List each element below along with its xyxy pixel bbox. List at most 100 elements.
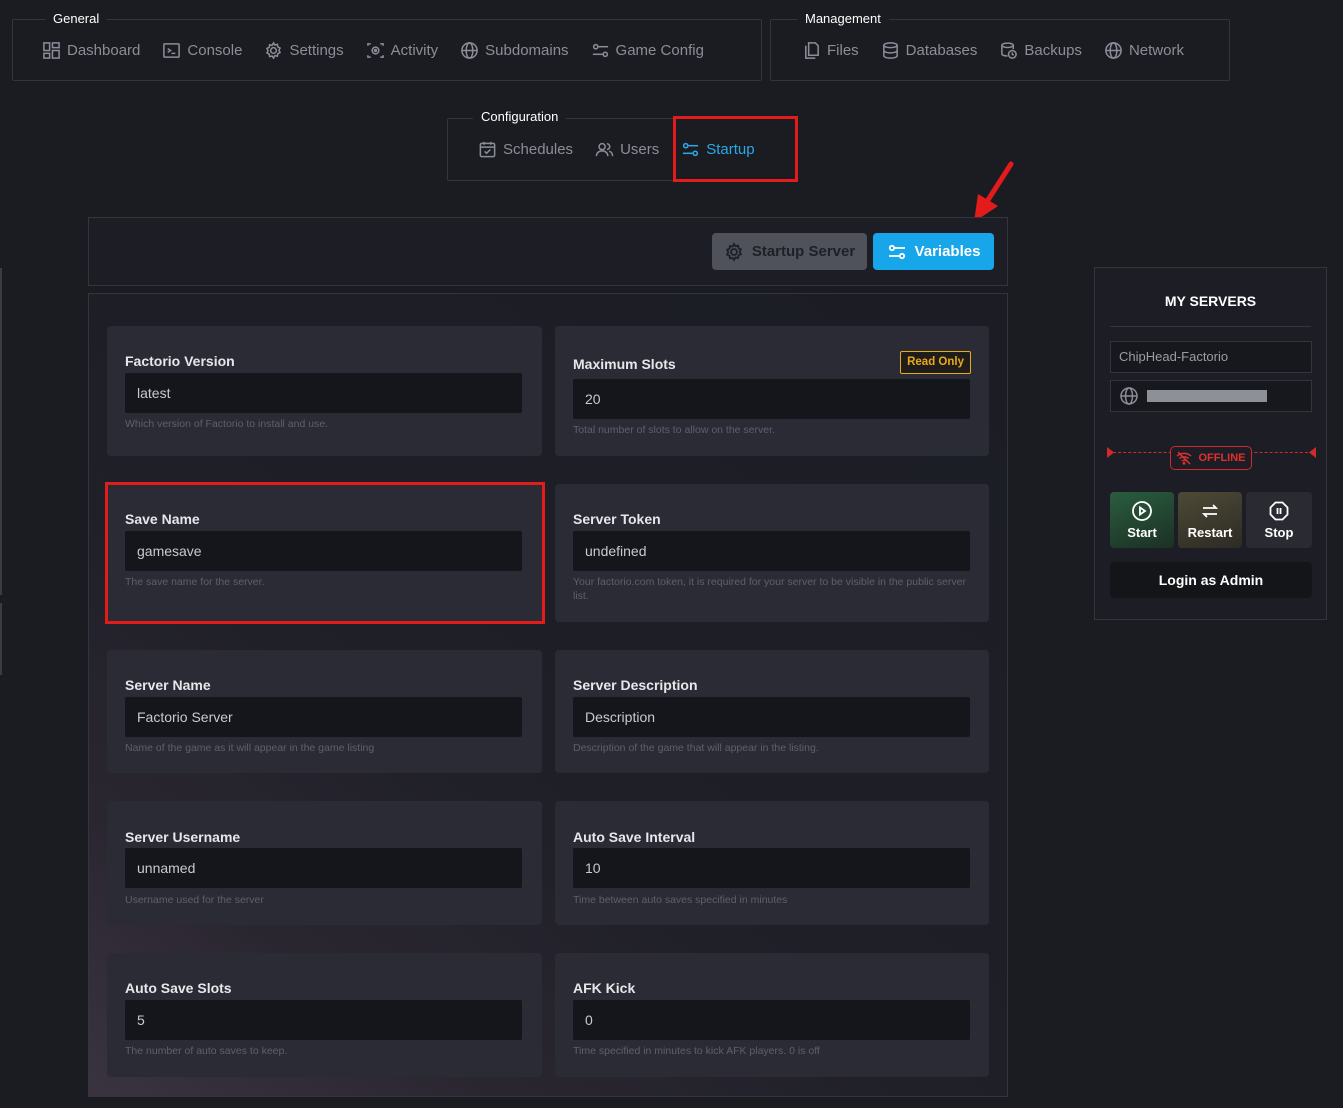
server-name-input[interactable]: Factorio Server — [125, 697, 522, 737]
nav-group-legend: Management — [797, 6, 889, 32]
nav-item-startup[interactable]: Startup — [670, 140, 765, 159]
restart-button[interactable]: Restart — [1178, 492, 1242, 548]
variable-card-server-token: Server Token undefined Your factorio.com… — [555, 484, 989, 622]
backups-icon — [999, 41, 1018, 60]
nav-item-backups[interactable]: Backups — [988, 41, 1093, 60]
server-address-field[interactable] — [1110, 380, 1312, 412]
nav-group-legend: General — [45, 6, 108, 32]
files-icon — [802, 41, 821, 60]
nav-group-legend: Configuration — [473, 104, 567, 130]
status-badge: OFFLINE — [1170, 446, 1252, 470]
variable-hint: Username used for the server — [125, 894, 264, 906]
variable-label: Server Name — [125, 677, 211, 693]
server-name-field[interactable]: ChipHead-Factorio — [1110, 341, 1312, 373]
maximum-slots-input: 20 — [573, 379, 970, 419]
nav-item-game-config[interactable]: Game Config — [580, 41, 715, 60]
left-edge-line — [0, 603, 2, 675]
start-button[interactable]: Start — [1110, 492, 1174, 548]
variables-panel: Factorio Version latest Which version of… — [88, 293, 1008, 1097]
variable-card-server-name: Server Name Factorio Server Name of the … — [107, 650, 542, 773]
nav-item-label: Network — [1128, 41, 1184, 59]
globe-icon — [1119, 386, 1139, 406]
variable-card-auto-save-slots: Auto Save Slots 5 The number of auto sav… — [107, 953, 542, 1077]
nav-item-subdomains[interactable]: Subdomains — [449, 41, 579, 60]
dashboard-icon — [42, 41, 61, 60]
variable-hint: Time specified in minutes to kick AFK pl… — [573, 1045, 820, 1057]
auto-save-slots-input[interactable]: 5 — [125, 1000, 522, 1040]
stop-button[interactable]: Stop — [1246, 492, 1312, 548]
status-label: OFFLINE — [1198, 452, 1246, 464]
nav-item-schedules[interactable]: Schedules — [467, 140, 584, 159]
variable-card-maximum-slots: Maximum Slots Read Only 20 Total number … — [555, 326, 989, 456]
login-as-admin-button[interactable]: Login as Admin — [1110, 562, 1312, 598]
my-servers-panel: MY SERVERS ChipHead-Factorio OFFLINE Sta… — [1094, 267, 1327, 620]
sliders-icon — [681, 140, 700, 159]
server-description-input[interactable]: Description — [573, 697, 970, 737]
nav-item-label: Game Config — [615, 41, 704, 59]
variable-hint: Description of the game that will appear… — [573, 742, 819, 754]
nav-item-label: Activity — [390, 41, 439, 59]
variable-card-afk-kick: AFK Kick 0 Time specified in minutes to … — [555, 953, 989, 1077]
divider — [1110, 326, 1311, 327]
nav-item-users[interactable]: Users — [584, 140, 670, 159]
variable-hint: Total number of slots to allow on the se… — [573, 424, 775, 436]
nav-item-activity[interactable]: Activity — [355, 41, 450, 60]
variables-label: Variables — [914, 243, 981, 260]
variable-hint: The number of auto saves to keep. — [125, 1045, 288, 1057]
nav-item-console[interactable]: Console — [151, 41, 253, 60]
variable-hint: Name of the game as it will appear in th… — [125, 742, 375, 754]
nav-item-files[interactable]: Files — [791, 41, 870, 60]
database-icon — [881, 41, 900, 60]
restart-label: Restart — [1187, 525, 1233, 540]
redacted-address-bar — [1147, 390, 1267, 402]
nav-group-configuration: Configuration Schedules Users Startup — [447, 104, 797, 181]
afk-kick-input[interactable]: 0 — [573, 1000, 970, 1040]
stop-label: Stop — [1264, 525, 1294, 540]
globe-icon — [460, 41, 479, 60]
server-username-input[interactable]: unnamed — [125, 848, 522, 888]
startup-server-label: Startup Server — [751, 243, 856, 260]
gear-icon — [724, 241, 744, 262]
calendar-icon — [478, 140, 497, 159]
globe-icon — [1104, 41, 1123, 60]
nav-item-network[interactable]: Network — [1093, 41, 1195, 60]
nav-item-label: Schedules — [503, 141, 574, 158]
variable-label: Server Token — [573, 511, 661, 527]
nav-group-management: Management Files Databases Backups Netwo… — [770, 6, 1230, 81]
nav-item-settings[interactable]: Settings — [253, 40, 354, 60]
nav-item-label: Backups — [1024, 41, 1082, 59]
variables-button[interactable]: Variables — [873, 233, 994, 270]
nav-item-label: Settings — [289, 41, 344, 59]
variable-label: Auto Save Slots — [125, 980, 232, 996]
sliders-icon — [591, 41, 610, 60]
nav-item-dashboard[interactable]: Dashboard — [31, 41, 151, 60]
nav-item-label: Dashboard — [67, 41, 141, 59]
activity-icon — [366, 41, 385, 60]
nav-item-label: Users — [620, 141, 660, 158]
play-icon — [1131, 500, 1153, 522]
variable-label: Factorio Version — [125, 353, 235, 369]
variable-hint: Your factorio.com token, it is required … — [573, 576, 966, 602]
save-name-input[interactable]: gamesave — [125, 531, 522, 571]
server-token-input[interactable]: undefined — [573, 531, 970, 571]
variable-card-auto-save-interval: Auto Save Interval 10 Time between auto … — [555, 801, 989, 925]
read-only-badge: Read Only — [900, 351, 971, 374]
auto-save-interval-input[interactable]: 10 — [573, 848, 970, 888]
variable-hint: Time between auto saves specified in min… — [573, 894, 788, 906]
variable-label: Auto Save Interval — [573, 829, 696, 845]
variable-label: AFK Kick — [573, 980, 636, 996]
variable-card-save-name: Save Name gamesave The save name for the… — [107, 484, 542, 622]
sliders-icon — [887, 242, 907, 262]
factorio-version-input[interactable]: latest — [125, 373, 522, 413]
nav-item-label: Databases — [905, 41, 978, 59]
nav-item-label: Console — [187, 41, 243, 59]
nav-item-databases[interactable]: Databases — [870, 41, 989, 60]
variable-hint: The save name for the server. — [125, 576, 265, 588]
wifi-off-icon — [1176, 451, 1192, 465]
startup-server-button[interactable]: Startup Server — [712, 233, 867, 270]
left-edge-line — [0, 268, 2, 595]
nav-item-label: Subdomains — [485, 41, 569, 59]
users-icon — [595, 140, 614, 159]
start-label: Start — [1127, 525, 1157, 540]
variable-label: Maximum Slots — [573, 356, 676, 372]
